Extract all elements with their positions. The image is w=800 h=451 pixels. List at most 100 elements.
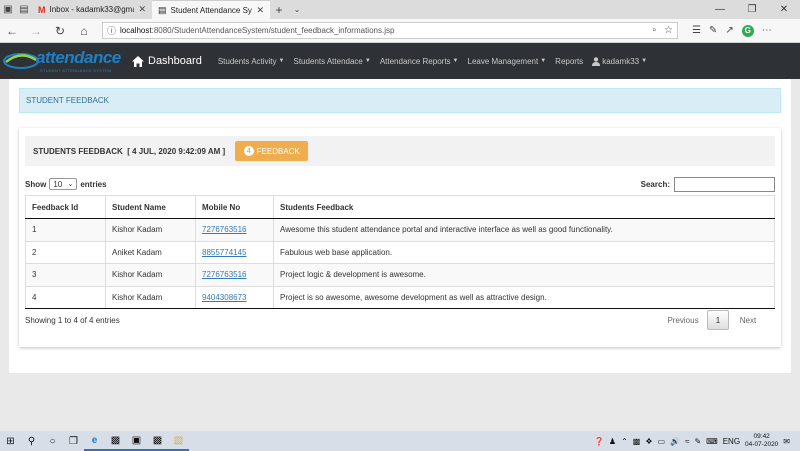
pen-icon[interactable]: ✎ <box>694 437 701 446</box>
language-indicator[interactable]: ENG <box>723 437 740 446</box>
pagination: Previous 1 Next <box>659 310 767 330</box>
favorites-icon[interactable]: ☰ <box>692 25 701 36</box>
url-input[interactable]: ⓘ localhost:8080/StudentAttendanceSystem… <box>102 22 678 39</box>
chevron-down-icon: ⌄ <box>67 181 74 188</box>
windows-taskbar: ⊞ ⚲ ○ ❐ e ▩ ▣ ▩ ▧ ❓ ♟ ⌃ ▩ ❖ ▭ 🔊 ≈ ✎ ⌨ EN… <box>0 431 800 451</box>
feedback-panel: STUDENTS FEEDBACK [ 4 JUL, 2020 9:42:09 … <box>19 128 781 347</box>
user-menu[interactable]: kadamk33 ▼ <box>592 57 647 66</box>
mobile-link[interactable]: 7276763516 <box>202 225 247 234</box>
menu-label: Reports <box>555 56 584 66</box>
browser-toolbar: ☰ ✎ ↗ G ⋯ <box>692 24 772 37</box>
feedback-count-badge: 4 <box>243 146 254 156</box>
clock[interactable]: 09:42 04-07-2020 <box>745 433 778 449</box>
task-view-icon[interactable]: ❐ <box>63 431 84 451</box>
brand-logo[interactable]: attendance STUDENT ATTENDANCE SYSTEM <box>0 43 128 79</box>
more-icon[interactable]: ⋯ <box>762 25 772 36</box>
caret-down-icon: ▼ <box>540 58 547 64</box>
folder-icon[interactable]: ▭ <box>658 437 666 446</box>
mobile-link[interactable]: 7276763516 <box>202 270 247 279</box>
search-input[interactable] <box>674 176 775 192</box>
column-header-feedback-id[interactable]: Feedback Id <box>25 195 106 219</box>
favorite-star-icon[interactable]: ☆ <box>664 25 673 36</box>
column-header-student-name[interactable]: Student Name <box>105 195 196 219</box>
home-icon <box>132 55 144 67</box>
refresh-icon[interactable]: ↻ <box>48 19 72 43</box>
chevron-up-icon[interactable]: ⌃ <box>621 437 628 446</box>
keyboard-icon[interactable]: ⌨ <box>706 437 718 446</box>
console-icon[interactable]: ▩ <box>147 431 168 451</box>
main-menu: Students Activity ▼ Students Attendace ▼ A… <box>218 57 647 66</box>
forward-arrow-icon[interactable]: → <box>24 19 48 43</box>
brand-name: attendance <box>36 48 121 67</box>
mobile-link[interactable]: 9404308673 <box>202 293 247 302</box>
network-icon[interactable]: ▩ <box>633 437 641 446</box>
close-tab-icon[interactable]: ✕ <box>256 5 264 16</box>
tab-preview-icon[interactable]: ▤ <box>16 0 32 19</box>
dashboard-label: Dashboard <box>148 55 202 67</box>
next-page-button[interactable]: Next <box>729 310 767 330</box>
dashboard-link[interactable]: Dashboard <box>132 55 202 67</box>
menu-students-activity[interactable]: Students Activity ▼ <box>218 57 285 66</box>
reading-view-icon[interactable]: ▫ <box>652 25 656 36</box>
menu-attendance-reports[interactable]: Attendance Reports ▼ <box>380 57 459 66</box>
table-row: 4 Kishor Kadam 9404308673 Project is so … <box>25 285 775 309</box>
menu-label: Students Activity <box>217 56 277 66</box>
previous-page-button[interactable]: Previous <box>659 310 707 330</box>
cell-feedback: Project logic & development is awesome. <box>273 263 775 287</box>
info-icon[interactable]: ⓘ <box>107 24 116 37</box>
column-header-feedback[interactable]: Students Feedback <box>273 195 775 219</box>
tab-actions-icon[interactable]: ▣ <box>0 0 16 19</box>
file-explorer-icon[interactable]: ▧ <box>168 431 189 451</box>
windows-start-icon[interactable]: ⊞ <box>0 431 21 451</box>
close-tab-icon[interactable]: ✕ <box>138 4 146 15</box>
home-icon[interactable]: ⌂ <box>72 19 96 43</box>
people-icon[interactable]: ♟ <box>609 437 616 446</box>
browser-tab-inbox[interactable]: M Inbox - kadamk33@gmail.co ✕ <box>32 0 152 19</box>
url-host: localhost <box>120 26 152 35</box>
search-label: Search: <box>640 179 670 189</box>
page-icon: ▤ <box>158 4 167 15</box>
close-window-icon[interactable]: ✕ <box>768 0 800 19</box>
notifications-icon[interactable]: ✉ <box>783 437 790 446</box>
back-arrow-icon[interactable]: ← <box>0 19 24 43</box>
tab-title: Student Attendance Sys <box>170 5 253 15</box>
feedback-button[interactable]: 4 FEEDBACK <box>235 141 309 161</box>
tab-list-chevron-icon[interactable]: ⌄ <box>288 0 306 19</box>
menu-label: Leave Management <box>467 56 539 66</box>
feedback-table: Feedback Id Student Name Mobile No Stude… <box>25 195 775 309</box>
system-tray: ❓ ♟ ⌃ ▩ ❖ ▭ 🔊 ≈ ✎ ⌨ ENG 09:42 04-07-2020… <box>594 433 800 449</box>
app-navbar: attendance STUDENT ATTENDANCE SYSTEM Das… <box>0 43 800 79</box>
menu-leave-management[interactable]: Leave Management ▼ <box>468 57 547 66</box>
pen-icon[interactable]: ✎ <box>709 25 717 36</box>
tab-title: Inbox - kadamk33@gmail.co <box>49 5 135 14</box>
grammarly-icon[interactable]: G <box>741 24 754 37</box>
restore-icon[interactable]: ❐ <box>736 0 768 19</box>
menu-reports[interactable]: Reports <box>555 57 583 66</box>
caret-down-icon: ▼ <box>278 58 285 64</box>
cell-feedback-id: 4 <box>25 285 106 309</box>
column-header-mobile-no[interactable]: Mobile No <box>195 195 274 219</box>
page-length-select[interactable]: 10 ⌄ <box>49 178 78 190</box>
menu-students-attendance[interactable]: Students Attendace ▼ <box>293 57 370 66</box>
edge-browser-icon[interactable]: e <box>84 431 105 451</box>
mobile-link[interactable]: 8855774145 <box>202 248 247 257</box>
clock-date: 04-07-2020 <box>745 441 779 448</box>
brand-tagline: STUDENT ATTENDANCE SYSTEM <box>40 68 112 73</box>
cortana-icon[interactable]: ○ <box>42 431 63 451</box>
cell-feedback: Project is so awesome, awesome developme… <box>273 285 775 309</box>
help-icon[interactable]: ❓ <box>594 437 604 446</box>
share-icon[interactable]: ↗ <box>725 25 733 36</box>
minimize-icon[interactable]: — <box>704 0 736 19</box>
clock-time: 09:42 <box>753 433 770 440</box>
search-icon[interactable]: ⚲ <box>21 431 42 451</box>
cell-feedback-id: 3 <box>25 263 106 287</box>
volume-icon[interactable]: 🔊 <box>670 437 680 446</box>
dropbox-icon[interactable]: ❖ <box>645 437 652 446</box>
page-heading-alert: STUDENT FEEDBACK <box>19 88 781 113</box>
new-tab-button[interactable]: + <box>270 0 288 19</box>
terminal-icon[interactable]: ▩ <box>105 431 126 451</box>
browser-tab-attendance[interactable]: ▤ Student Attendance Sys ✕ <box>152 0 270 19</box>
page-1-button[interactable]: 1 <box>707 310 729 330</box>
app-icon[interactable]: ▣ <box>126 431 147 451</box>
wifi-icon[interactable]: ≈ <box>685 437 689 446</box>
